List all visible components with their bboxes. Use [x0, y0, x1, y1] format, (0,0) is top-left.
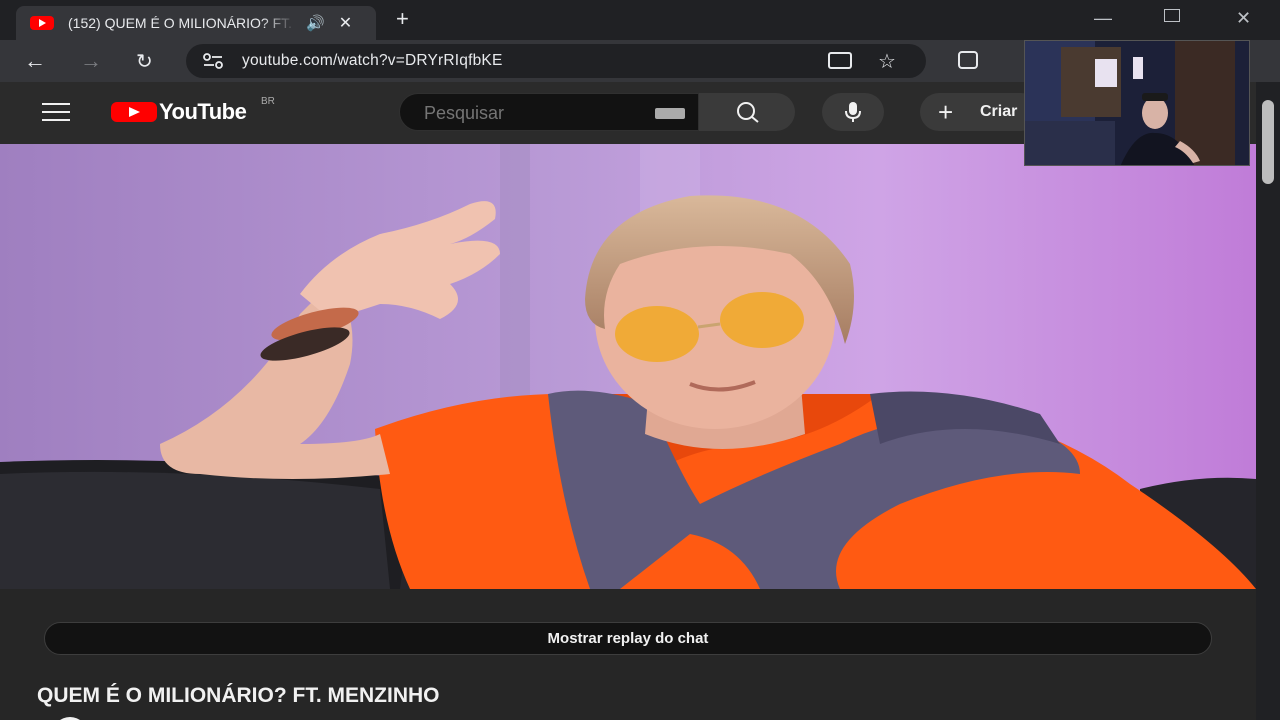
page-scrollbar[interactable] — [1256, 82, 1280, 720]
search-input[interactable] — [424, 103, 644, 124]
show-chat-replay-button[interactable]: Mostrar replay do chat — [44, 622, 1212, 655]
site-settings-icon[interactable] — [202, 52, 224, 70]
speaker-icon[interactable]: 🔊 — [306, 14, 325, 32]
video-frame — [0, 144, 1256, 589]
search-icon — [737, 102, 759, 123]
extensions-icon[interactable] — [958, 51, 978, 69]
install-app-icon[interactable] — [828, 52, 852, 69]
video-player[interactable] — [0, 144, 1256, 589]
create-button[interactable]: + Criar — [920, 93, 1040, 131]
bookmark-star-icon[interactable]: ☆ — [878, 49, 896, 74]
voice-search-button[interactable] — [822, 93, 884, 131]
country-code: BR — [261, 96, 275, 107]
keyboard-icon[interactable] — [655, 108, 685, 119]
create-label: Criar — [980, 103, 1018, 120]
scrollbar-thumb[interactable] — [1262, 100, 1274, 184]
url-text: youtube.com/watch?v=DRYrRIqfbKE — [242, 52, 503, 69]
search-button[interactable] — [699, 93, 795, 131]
window-close-icon[interactable]: ✕ — [1236, 8, 1251, 29]
close-icon[interactable]: ✕ — [339, 13, 352, 33]
back-arrow-icon[interactable]: ← — [24, 48, 46, 74]
address-bar[interactable]: youtube.com/watch?v=DRYrRIqfbKE ☆ — [186, 44, 926, 78]
youtube-logo-text[interactable]: YouTube — [159, 99, 247, 125]
minimize-icon[interactable]: — — [1094, 8, 1112, 29]
reload-icon[interactable]: ↻ — [136, 49, 153, 74]
maximize-icon[interactable] — [1164, 9, 1180, 22]
video-title: QUEM É O MILIONÁRIO? FT. MENZINHO — [37, 684, 440, 707]
forward-arrow-icon[interactable]: → — [80, 48, 102, 74]
search-box[interactable] — [399, 93, 699, 131]
video-details: Mostrar replay do chat QUEM É O MILIONÁR… — [0, 589, 1256, 720]
browser-tab-strip: (152) QUEM É O MILIONÁRIO? FT. MENZINHO … — [0, 0, 1280, 40]
webcam-overlay — [1024, 40, 1250, 166]
hamburger-menu-icon[interactable] — [42, 103, 70, 121]
youtube-favicon-icon — [30, 16, 54, 30]
new-tab-plus-icon[interactable]: + — [396, 6, 409, 32]
browser-tab[interactable]: (152) QUEM É O MILIONÁRIO? FT. MENZINHO … — [16, 6, 376, 40]
plus-icon: + — [938, 97, 954, 127]
microphone-icon — [845, 102, 861, 122]
tab-title: (152) QUEM É O MILIONÁRIO? FT. MENZINHO — [68, 15, 296, 31]
webcam-feed — [1025, 41, 1249, 165]
youtube-logo-icon[interactable] — [111, 102, 157, 122]
